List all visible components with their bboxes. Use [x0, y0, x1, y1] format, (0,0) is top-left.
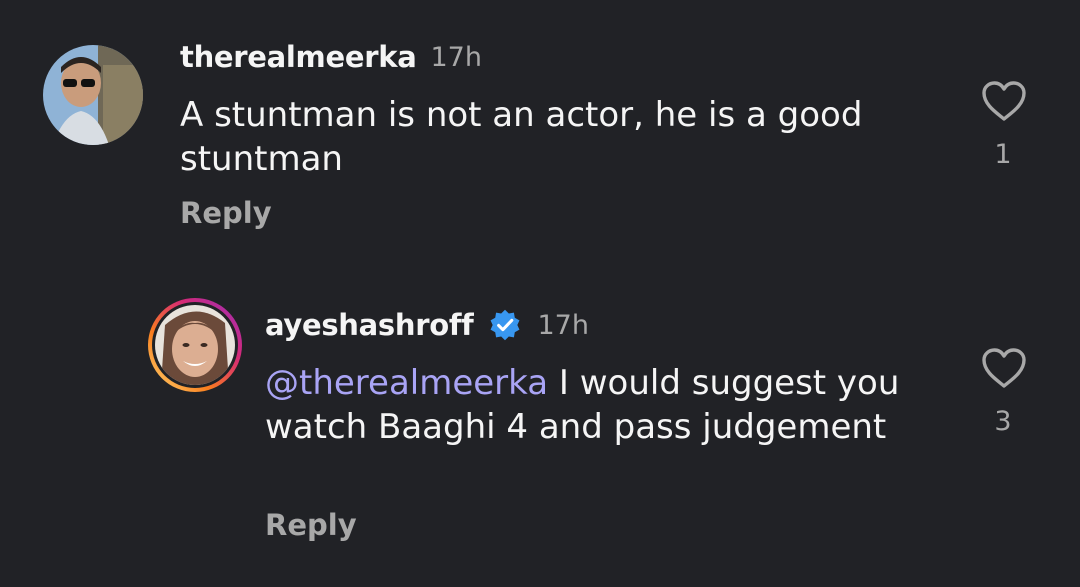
like-button[interactable] [981, 80, 1027, 122]
verified-badge-icon [490, 309, 519, 341]
avatar-ayeshashroff[interactable] [148, 298, 242, 392]
avatar-inner [152, 302, 238, 388]
heart-icon [982, 81, 1026, 121]
timestamp: 17h [430, 41, 482, 73]
comment-text: A stuntman is not an actor, he is a good… [180, 93, 940, 181]
comment-2: ayeshashroff 17h @therealmeerka I would … [0, 280, 1080, 587]
reply-button[interactable]: Reply [265, 508, 357, 542]
comment-header: therealmeerka 17h [180, 36, 482, 78]
avatar-photo [155, 305, 235, 385]
heart-icon [982, 348, 1026, 388]
comment-1: therealmeerka 17h A stuntman is not an a… [0, 0, 1080, 260]
avatar-therealmeerka[interactable] [43, 45, 143, 145]
username[interactable]: ayeshashroff [265, 308, 474, 342]
comment-body: A stuntman is not an actor, he is a good… [180, 95, 863, 179]
comment-header: ayeshashroff 17h [265, 304, 589, 346]
username[interactable]: therealmeerka [180, 40, 417, 74]
reply-button[interactable]: Reply [180, 196, 272, 230]
mention-link[interactable]: @therealmeerka [265, 363, 548, 403]
comment-text: @therealmeerka I would suggest you watch… [265, 361, 945, 449]
like-button[interactable] [981, 347, 1027, 389]
like-count: 3 [994, 406, 1012, 437]
like-count: 1 [994, 139, 1012, 170]
timestamp: 17h [537, 309, 589, 341]
